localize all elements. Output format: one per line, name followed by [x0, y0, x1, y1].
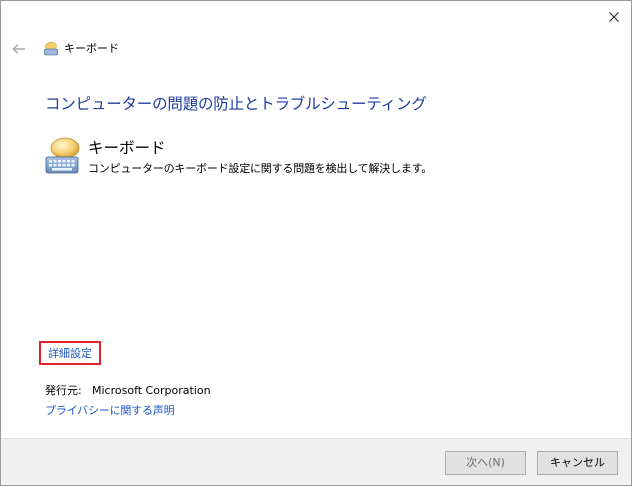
close-icon — [609, 12, 619, 22]
publisher-value: Microsoft Corporation — [92, 384, 211, 397]
page-heading: コンピューターの問題の防止とトラブルシューティング — [45, 95, 427, 113]
troubleshooter-title: キーボード — [88, 139, 166, 157]
back-button[interactable] — [9, 39, 29, 59]
footer-bar: 次へ(N) キャンセル — [1, 438, 631, 485]
publisher-label: 発行元: — [45, 384, 82, 397]
window-title: キーボード — [64, 42, 119, 55]
privacy-statement-link[interactable]: プライバシーに関する声明 — [45, 403, 175, 419]
troubleshooter-description: コンピューターのキーボード設定に関する問題を検出して解決します。 — [88, 162, 433, 175]
keyboard-icon — [44, 41, 58, 56]
advanced-settings-label[interactable]: 詳細設定 — [48, 345, 92, 361]
close-button[interactable] — [599, 3, 629, 31]
advanced-settings-link[interactable]: 詳細設定 — [39, 341, 101, 365]
cancel-button[interactable]: キャンセル — [537, 451, 618, 475]
next-button[interactable]: 次へ(N) — [445, 451, 526, 475]
troubleshooter-window: キーボード コンピューターの問題の防止とトラブルシューティング キーボード コン… — [0, 0, 632, 486]
back-arrow-icon — [12, 44, 25, 54]
keyboard-icon — [45, 137, 80, 174]
